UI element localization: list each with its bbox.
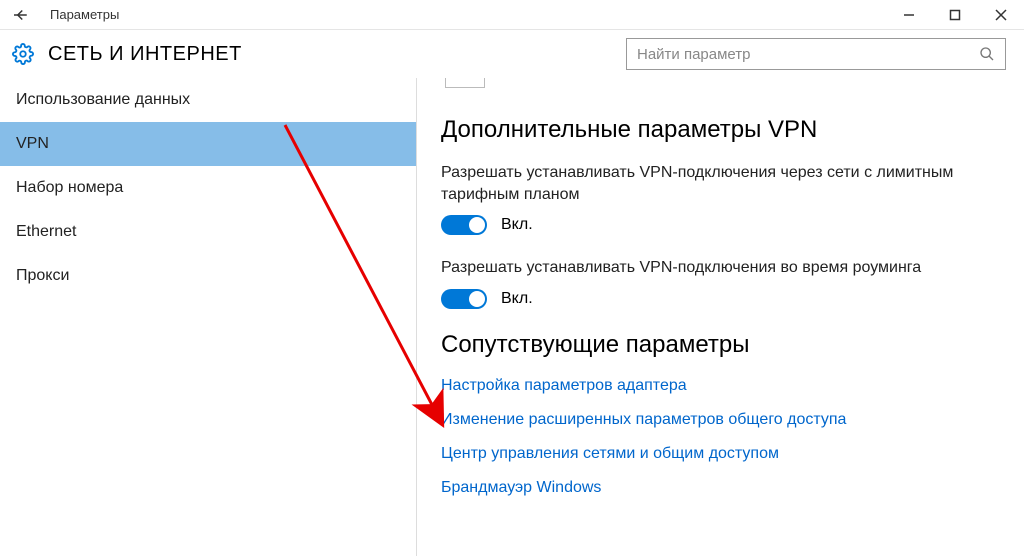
toggle-roaming-label: Вкл.: [501, 290, 533, 308]
section-heading-related: Сопутствующие параметры: [441, 331, 1000, 359]
minimize-button[interactable]: [886, 0, 932, 30]
main-panel: Дополнительные параметры VPN Разрешать у…: [417, 78, 1024, 556]
toggle-metered-label: Вкл.: [501, 216, 533, 234]
back-button[interactable]: [0, 0, 40, 30]
section-heading-vpn-advanced: Дополнительные параметры VPN: [441, 116, 1000, 144]
toggle-metered[interactable]: [441, 215, 487, 235]
content: Использование данных VPN Набор номера Et…: [0, 78, 1024, 556]
link-adapter-settings[interactable]: Настройка параметров адаптера: [441, 377, 1000, 395]
minimize-icon: [903, 9, 915, 21]
maximize-icon: [949, 9, 961, 21]
titlebar: Параметры: [0, 0, 1024, 30]
sidebar-item-dialup[interactable]: Набор номера: [0, 166, 416, 210]
sidebar-item-proxy[interactable]: Прокси: [0, 254, 416, 298]
sidebar-item-vpn[interactable]: VPN: [0, 122, 416, 166]
sidebar-item-ethernet[interactable]: Ethernet: [0, 210, 416, 254]
header: СЕТЬ И ИНТЕРНЕТ: [0, 30, 1024, 78]
search-input[interactable]: [637, 46, 979, 63]
window-controls: [886, 0, 1024, 30]
toggle-knob: [469, 217, 485, 233]
add-vpn-tile-partial[interactable]: [445, 78, 485, 88]
close-button[interactable]: [978, 0, 1024, 30]
maximize-button[interactable]: [932, 0, 978, 30]
toggle-knob: [469, 291, 485, 307]
setting-metered-desc: Разрешать устанавливать VPN-подключения …: [441, 162, 1000, 205]
search-box[interactable]: [626, 38, 1006, 70]
setting-roaming-toggle-row: Вкл.: [441, 289, 1000, 309]
link-windows-firewall[interactable]: Брандмауэр Windows: [441, 479, 1000, 497]
sidebar: Использование данных VPN Набор номера Et…: [0, 78, 416, 556]
link-advanced-sharing[interactable]: Изменение расширенных параметров общего …: [441, 411, 1000, 429]
link-network-sharing-center[interactable]: Центр управления сетями и общим доступом: [441, 445, 1000, 463]
setting-metered-toggle-row: Вкл.: [441, 215, 1000, 235]
window-title: Параметры: [40, 7, 119, 22]
search-icon: [979, 46, 995, 62]
setting-roaming-desc: Разрешать устанавливать VPN-подключения …: [441, 257, 1000, 279]
back-arrow-icon: [11, 6, 29, 24]
gear-icon: [12, 43, 34, 65]
toggle-roaming[interactable]: [441, 289, 487, 309]
page-title: СЕТЬ И ИНТЕРНЕТ: [48, 43, 242, 66]
sidebar-item-data-usage[interactable]: Использование данных: [0, 78, 416, 122]
close-icon: [995, 9, 1007, 21]
